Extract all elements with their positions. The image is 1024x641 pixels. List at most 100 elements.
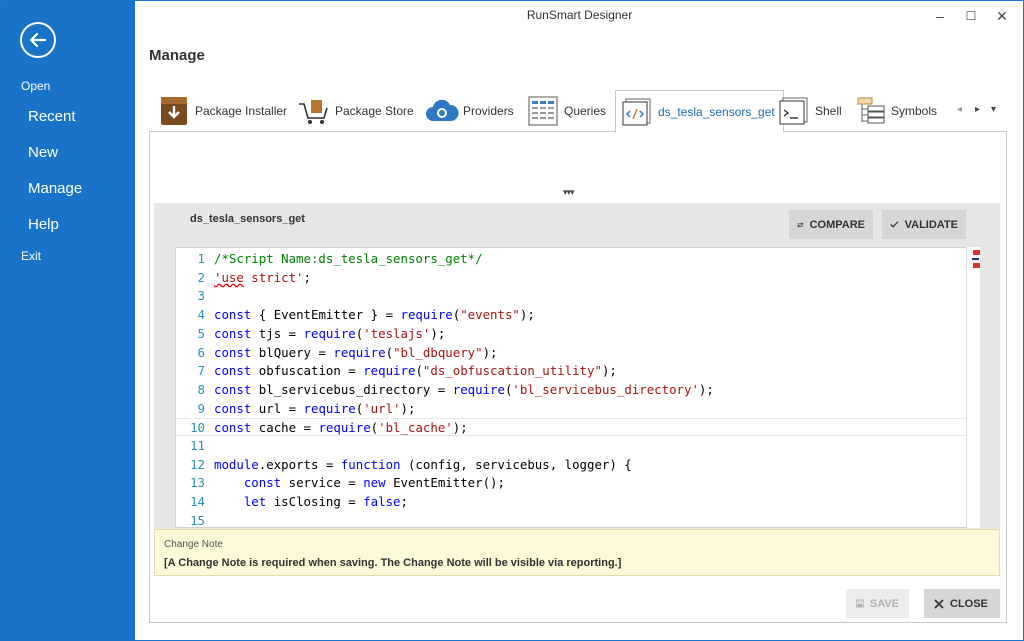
code-token: require xyxy=(303,325,356,341)
code-token: require xyxy=(363,363,416,379)
code-line[interactable]: 13 const service = new EventEmitter(); xyxy=(176,474,979,492)
code-line[interactable]: 4 const { EventEmitter } = require("event… xyxy=(176,306,979,324)
checkmark-icon xyxy=(890,221,899,228)
sidebar-item-new[interactable]: New xyxy=(28,144,58,161)
minimize-button[interactable]: – xyxy=(925,5,955,27)
code-line[interactable]: 6 const blQuery = require("bl_dbquery"); xyxy=(176,344,979,362)
code-token: require xyxy=(452,381,505,397)
code-line[interactable]: 11 xyxy=(176,437,979,455)
code-token: "ds_obfuscation_utility" xyxy=(422,363,602,379)
validate-label: VALIDATE xyxy=(904,218,958,231)
code-token: cache = xyxy=(251,420,319,436)
close-label: CLOSE xyxy=(950,597,988,610)
code-line[interactable]: 14 let isClosing = false; xyxy=(176,493,979,511)
code-token: module xyxy=(214,456,259,472)
close-window-button[interactable]: ✕ xyxy=(987,5,1017,27)
back-button[interactable] xyxy=(20,22,56,58)
close-icon xyxy=(934,598,944,609)
tab-scroll-left-button[interactable]: ◂ xyxy=(957,104,962,115)
sidebar-item-open[interactable]: Open xyxy=(21,79,50,93)
tab-label: Queries xyxy=(564,104,607,118)
code-line[interactable]: 8 const bl_servicebus_directory = require… xyxy=(176,381,979,399)
tab-ds-tesla-sensors-get[interactable]: ds_tesla_sensors_get xyxy=(615,90,784,133)
terminal-icon xyxy=(777,94,811,128)
code-editor[interactable]: 1 /*Script Name:ds_tesla_sensors_get*/ 2 'u… xyxy=(175,247,980,528)
tab-package-installer[interactable]: Package Installer xyxy=(157,90,287,132)
tab-shell[interactable]: Shell xyxy=(777,90,842,132)
editor-overview-ruler[interactable] xyxy=(966,247,980,528)
code-line[interactable]: 2 'use strict'; xyxy=(176,269,979,287)
code-token: ); xyxy=(519,307,535,323)
code-token: ( xyxy=(415,363,423,379)
code-token: tjs = xyxy=(251,325,304,341)
sidebar-item-recent[interactable]: Recent xyxy=(28,108,76,125)
line-number: 5 xyxy=(197,325,205,341)
code-line[interactable]: 1 /*Script Name:ds_tesla_sensors_get*/ xyxy=(176,250,979,268)
tab-symbols[interactable]: Symbols xyxy=(853,90,937,132)
code-token: (config, servicebus, logger) { xyxy=(400,456,632,472)
tab-scroll-right-button[interactable]: ▸ xyxy=(975,104,980,115)
code-token: require xyxy=(318,420,371,436)
error-marker xyxy=(973,263,980,268)
compare-label: COMPARE xyxy=(809,218,865,231)
save-label: SAVE xyxy=(869,597,899,610)
symbols-tree-icon xyxy=(853,94,887,128)
code-token: "bl_dbquery" xyxy=(393,344,483,360)
code-token: const xyxy=(214,420,252,436)
app-window: Open Recent New Manage Help Exit RunSmar… xyxy=(0,0,1024,641)
window-title: RunSmart Designer xyxy=(526,8,633,22)
sidebar-item-manage[interactable]: Manage xyxy=(28,180,82,197)
close-button[interactable]: CLOSE xyxy=(924,589,1000,618)
page-title: Manage xyxy=(149,47,205,64)
code-token: service = xyxy=(281,475,364,491)
code-line[interactable]: 5 const tjs = require('teslajs'); xyxy=(176,325,979,343)
code-line[interactable]: 3 xyxy=(176,287,979,305)
shopping-cart-icon xyxy=(297,94,331,128)
tab-queries[interactable]: Queries xyxy=(526,90,606,132)
save-button[interactable]: SAVE xyxy=(846,589,909,618)
code-token: ); xyxy=(430,325,446,341)
script-name: ds_tesla_sensors_get xyxy=(190,213,305,225)
code-token: blQuery = xyxy=(251,344,334,360)
code-token: 'bl_servicebus_directory' xyxy=(512,381,699,397)
sidebar-item-help[interactable]: Help xyxy=(28,216,59,233)
save-icon xyxy=(856,599,864,608)
code-token: require xyxy=(333,344,386,360)
compare-button[interactable]: COMPARE xyxy=(789,210,873,239)
tab-package-store[interactable]: Package Store xyxy=(297,90,414,132)
code-token: const xyxy=(214,307,252,323)
code-token: require xyxy=(400,307,453,323)
tab-label: Providers xyxy=(463,104,514,118)
code-token: ( xyxy=(385,344,394,360)
code-token: url = xyxy=(251,400,304,416)
code-line[interactable]: 9 const url = require('url'); xyxy=(176,400,979,418)
code-token: ); xyxy=(482,344,498,360)
code-line[interactable]: 15 xyxy=(176,512,979,528)
code-line[interactable]: 7 const obfuscation = require("ds_obfusca… xyxy=(176,362,979,380)
code-token: ; xyxy=(303,269,311,285)
code-line[interactable]: 10 const cache = require('bl_cache'); xyxy=(176,418,979,437)
code-token: bl_servicebus_directory = xyxy=(251,381,453,397)
code-token: const xyxy=(214,344,252,360)
line-number: 15 xyxy=(190,512,205,528)
code-token: isClosing = xyxy=(266,494,364,510)
tab-bar: Package Installer Package Store Provider… xyxy=(149,90,1007,133)
tab-list-dropdown-button[interactable]: ▾ xyxy=(991,104,996,115)
arrow-left-icon xyxy=(29,32,47,48)
code-line[interactable]: 12 module.exports = function (config, ser… xyxy=(176,456,979,474)
change-note-text[interactable]: [A Change Note is required when saving. … xyxy=(164,557,621,569)
sidebar: Open Recent New Manage Help Exit xyxy=(1,1,135,641)
maximize-button[interactable]: ☐ xyxy=(956,5,986,27)
code-token: { EventEmitter } = xyxy=(251,307,401,323)
line-number: 1 xyxy=(197,251,205,266)
line-number: 4 xyxy=(197,307,205,323)
line-number: 11 xyxy=(190,438,205,453)
code-token: let xyxy=(243,494,267,510)
validate-button[interactable]: VALIDATE xyxy=(882,210,966,239)
sidebar-item-exit[interactable]: Exit xyxy=(21,249,41,263)
tab-providers[interactable]: Providers xyxy=(425,90,514,132)
expand-toggle[interactable]: ▾▾▾ xyxy=(563,187,575,198)
line-number: 2 xyxy=(197,269,205,285)
